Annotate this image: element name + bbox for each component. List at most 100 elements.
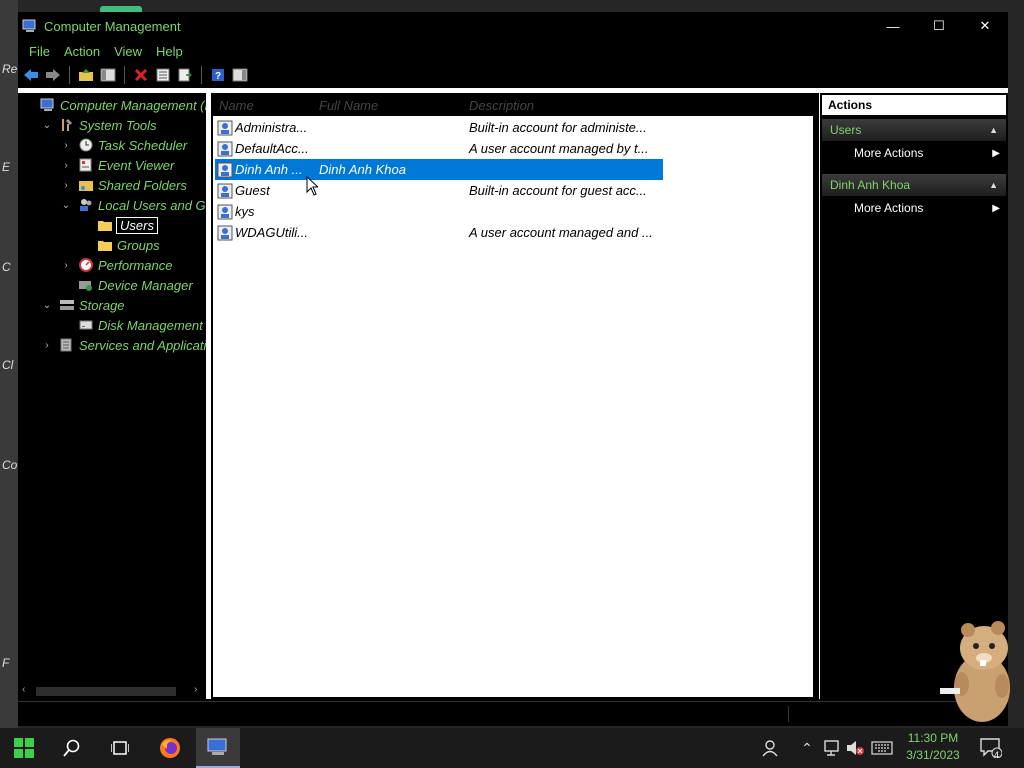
action-label: More Actions — [854, 201, 924, 215]
scroll-left-icon[interactable]: ‹ — [22, 684, 25, 695]
menu-view[interactable]: View — [107, 44, 149, 59]
tree-item[interactable]: ⌄ System Tools — [41, 115, 157, 135]
tree-item[interactable]: ⌄ Storage — [41, 295, 125, 315]
tree-item[interactable]: › Task Scheduler — [60, 135, 187, 155]
user-account-icon — [217, 204, 233, 220]
menu-action[interactable]: Action — [57, 44, 107, 59]
actions-section-users[interactable]: Users ▲ — [822, 119, 1006, 141]
scroll-right-icon[interactable]: › — [194, 684, 197, 695]
actions-pane: Actions Users ▲ More Actions ▶ Dinh Anh … — [819, 93, 1008, 699]
tree-item[interactable]: › Shared Folders — [60, 175, 187, 195]
task-view-button[interactable] — [98, 728, 142, 768]
people-button[interactable] — [758, 728, 782, 768]
notification-count: 4 — [994, 750, 1000, 760]
table-row[interactable]: Guest Built-in account for guest acc... — [215, 180, 663, 201]
tree-item[interactable]: › Performance — [60, 255, 172, 275]
tree-item-label: Local Users and Grou — [98, 197, 206, 213]
show-hide-tree-icon[interactable] — [99, 66, 117, 84]
cell-description: Built-in account for administe... — [469, 120, 647, 135]
chevron-down-icon[interactable]: ⌄ — [60, 200, 72, 211]
desktop-label: C — [2, 260, 11, 274]
table-row[interactable]: Administra... Built-in account for admini… — [215, 117, 663, 138]
title-bar[interactable]: Computer Management — ☐ ✕ — [18, 12, 1008, 40]
chevron-right-icon[interactable]: › — [41, 340, 53, 351]
tree-horizontal-scrollbar[interactable]: ‹ › — [18, 683, 206, 699]
tree-item-label: Users — [116, 216, 158, 234]
collapse-triangle-icon[interactable]: ▲ — [989, 125, 998, 135]
tree-item[interactable]: Disk Management — [60, 315, 203, 335]
tree-item[interactable]: Groups — [79, 235, 160, 255]
svg-text:?: ? — [215, 71, 221, 82]
storage-icon — [59, 298, 75, 312]
up-folder-icon[interactable] — [77, 66, 95, 84]
chevron-right-icon[interactable]: › — [60, 160, 72, 171]
chevron-right-icon[interactable]: › — [60, 140, 72, 151]
scrollbar-thumb[interactable] — [36, 687, 176, 696]
notification-center-button[interactable]: 4 — [976, 728, 1006, 768]
users-icon — [78, 198, 94, 212]
chevron-down-icon[interactable]: ⌄ — [41, 120, 53, 131]
toolbar-separator — [124, 66, 125, 84]
start-button[interactable] — [2, 728, 46, 768]
export-list-icon[interactable] — [176, 66, 194, 84]
close-button[interactable]: ✕ — [962, 12, 1008, 40]
tree-item[interactable]: Computer Management (Lo — [22, 95, 206, 115]
chevron-down-icon[interactable]: ⌄ — [41, 300, 53, 311]
delete-icon[interactable] — [132, 66, 150, 84]
computer-management-app-icon — [22, 19, 38, 33]
computer-management-taskbar-button[interactable] — [196, 728, 240, 768]
column-header-full-name[interactable]: Full Name — [319, 98, 378, 113]
taskbar-clock[interactable]: 11:30 PM 3/31/2023 — [898, 730, 968, 764]
windows-logo-icon — [14, 738, 34, 758]
actions-section-selected-user[interactable]: Dinh Anh Khoa ▲ — [822, 174, 1006, 196]
table-row[interactable]: kys — [215, 201, 663, 222]
network-button[interactable] — [820, 728, 842, 768]
search-button[interactable] — [50, 728, 94, 768]
tree-item-label: Task Scheduler — [98, 137, 188, 153]
column-header-name[interactable]: Name — [219, 98, 254, 113]
menu-file[interactable]: File — [22, 44, 57, 59]
cell-name: DefaultAcc... — [235, 141, 309, 156]
column-header-description[interactable]: Description — [469, 98, 534, 113]
touch-keyboard-button[interactable] — [870, 728, 894, 768]
minimize-button[interactable]: — — [870, 12, 916, 40]
chevron-up-icon: ⌃ — [801, 739, 813, 756]
chevron-right-icon[interactable]: › — [60, 260, 72, 271]
desktop-label: F — [2, 656, 10, 670]
tree-item[interactable]: ⌄ Local Users and Grou — [60, 195, 206, 215]
chevron-right-icon[interactable]: › — [60, 180, 72, 191]
more-actions-users[interactable]: More Actions ▶ — [822, 142, 1006, 164]
menu-help[interactable]: Help — [149, 44, 190, 59]
cell-name: Administra... — [235, 120, 308, 135]
services-icon — [59, 338, 75, 352]
volume-button[interactable] — [844, 728, 866, 768]
device-manager-icon — [78, 278, 94, 292]
user-account-icon — [217, 162, 233, 178]
tree-item[interactable]: Users — [79, 215, 158, 235]
user-account-icon — [217, 120, 233, 136]
tree-item[interactable]: Device Manager — [60, 275, 193, 295]
back-arrow-icon[interactable] — [22, 66, 40, 84]
tree-item[interactable]: › Event Viewer — [60, 155, 174, 175]
properties-icon[interactable] — [154, 66, 172, 84]
cell-name: Guest — [235, 183, 270, 198]
more-actions-selected-user[interactable]: More Actions ▶ — [822, 197, 1006, 219]
firefox-taskbar-button[interactable] — [148, 728, 192, 768]
toolbar-separator — [201, 66, 202, 84]
status-divider — [788, 706, 789, 722]
forward-arrow-icon[interactable] — [44, 66, 62, 84]
tree-item[interactable]: › Services and Applicatior — [41, 335, 206, 355]
show-hidden-icons-button[interactable]: ⌃ — [798, 728, 816, 768]
help-icon[interactable]: ? — [209, 66, 227, 84]
collapse-triangle-icon[interactable]: ▲ — [989, 180, 998, 190]
table-row[interactable]: DefaultAcc... A user account managed by t… — [215, 138, 663, 159]
menu-bar: File Action View Help — [18, 40, 1008, 62]
show-hide-action-pane-icon[interactable] — [231, 66, 249, 84]
mouse-cursor-icon — [306, 176, 318, 196]
table-row[interactable]: WDAGUtili... A user account managed and .… — [215, 222, 663, 243]
maximize-button[interactable]: ☐ — [916, 12, 962, 40]
desktop-label: Cl — [2, 358, 14, 372]
table-row[interactable]: Dinh Anh ... Dinh Anh Khoa — [215, 159, 663, 180]
tree-item-label: Computer Management (Lo — [60, 97, 206, 113]
console-tree: Computer Management (Lo ⌄ System Tools › Tas… — [18, 93, 206, 699]
